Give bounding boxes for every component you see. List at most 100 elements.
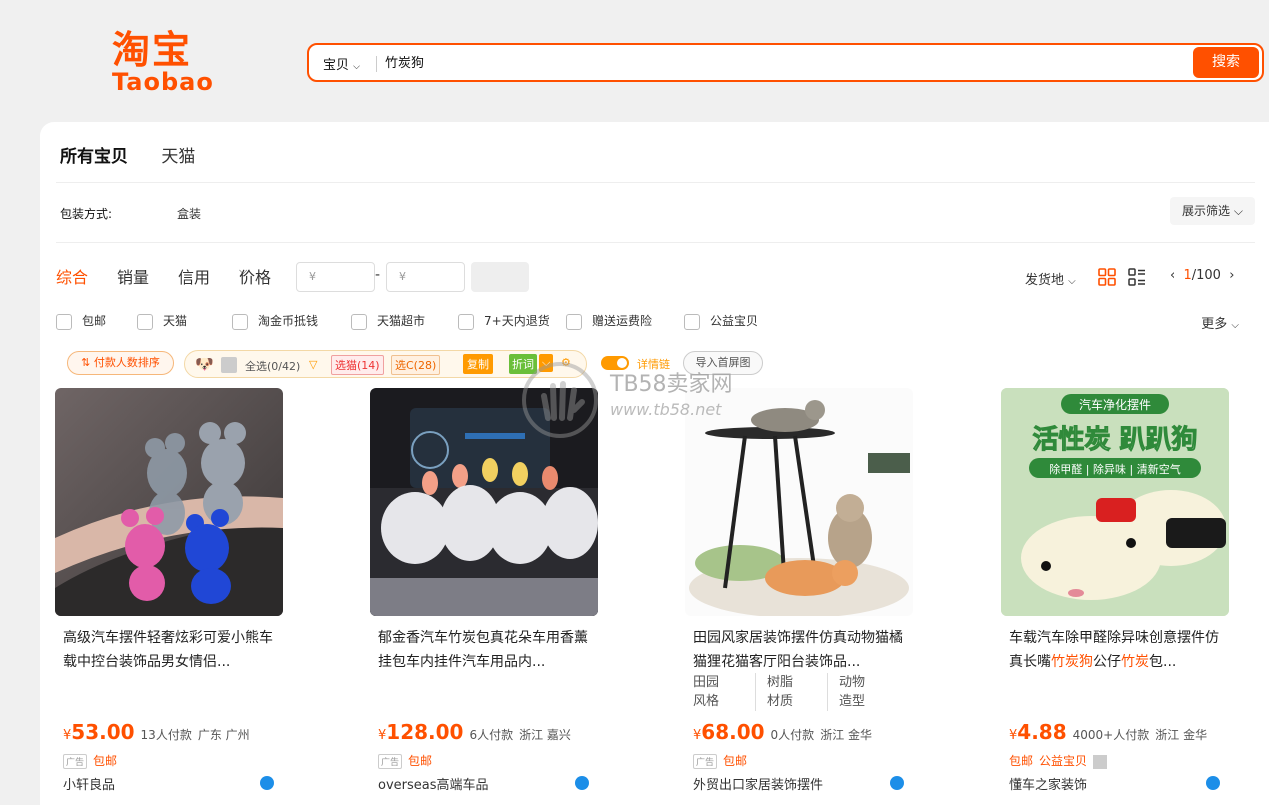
checkbox-shipping-insurance[interactable]: 赠送运费险 [566, 312, 652, 330]
shop-name[interactable]: overseas高端车品 [378, 774, 489, 793]
product-image[interactable]: 汽车净化摆件 活性炭 趴趴狗 除甲醛 | 除异味 | 清新空气 [1001, 388, 1229, 616]
ship-location: 浙江 金华 [820, 728, 873, 742]
product-image[interactable] [370, 388, 598, 616]
search-input[interactable] [385, 54, 1185, 69]
product-title[interactable]: 田园风家居装饰摆件仿真动物猫橘猫狸花猫客厅阳台装饰品... [685, 626, 915, 674]
sold-count: 0人付款 [770, 728, 815, 742]
free-shipping-tag: 包邮 [93, 754, 118, 768]
chevron-down-icon: ⌵ [353, 62, 360, 72]
price-min-input[interactable]: ¥ [296, 262, 375, 292]
search-button[interactable]: 搜索 [1193, 47, 1259, 78]
attr-value: 动物 [839, 675, 866, 690]
search-scope-select[interactable]: 宝贝 ⌵ [323, 54, 360, 73]
select-checkbox-icon[interactable] [221, 357, 237, 373]
divider [376, 56, 377, 72]
checkbox-icon [351, 313, 367, 330]
product-card[interactable]: 郁金香汽车竹炭包真花朵车用香薰挂包车内挂件汽车用品内... ¥128.00 6人付… [370, 388, 600, 793]
prev-page-icon[interactable]: ‹ [1170, 268, 1175, 283]
import-first-screen-button[interactable]: 导入首屏图 [683, 351, 763, 375]
product-image-art: 汽车净化摆件 活性炭 趴趴狗 除甲醛 | 除异味 | 清新空气 [1001, 388, 1229, 616]
checkbox-charity[interactable]: 公益宝贝 [684, 312, 758, 330]
sort-sales[interactable]: 销量 [117, 264, 149, 288]
price-row: ¥53.00 13人付款 广东 广州 [63, 720, 250, 744]
product-price: 128.00 [386, 720, 464, 744]
sort-credit[interactable]: 信用 [178, 264, 210, 288]
shop-name[interactable]: 外贸出口家居装饰摆件 [693, 774, 823, 793]
tab-tmall[interactable]: 天猫 [161, 147, 195, 167]
copy-button[interactable]: 复制 [463, 354, 493, 374]
select-c-button[interactable]: 选C(28) [391, 355, 441, 375]
product-price: 68.00 [701, 720, 765, 744]
select-all-label[interactable]: 全选(0/42) [245, 358, 300, 374]
select-tmall-button[interactable]: 选猫(14) [331, 355, 384, 375]
wangwang-icon[interactable] [260, 776, 274, 790]
price-dash: - [375, 267, 381, 283]
product-card[interactable]: 田园风家居装饰摆件仿真动物猫橘猫狸花猫客厅阳台装饰品... 田园 风格 树脂 材… [685, 388, 915, 793]
checkbox-tmall[interactable]: 天猫 [137, 312, 187, 330]
sort-by-payers-label: 付款人数排序 [93, 356, 160, 369]
image-headline-text: 活性炭 趴趴狗 [1032, 425, 1197, 455]
filter-icon[interactable]: ▽ [309, 358, 317, 371]
search-bar: 宝贝 ⌵ 搜索 [307, 43, 1264, 82]
title-highlight: 竹炭 [1121, 654, 1149, 670]
more-filters-button[interactable]: 更多 ⌵ [1201, 313, 1239, 332]
checkbox-tmall-market[interactable]: 天猫超市 [351, 312, 425, 330]
free-shipping-tag: 包邮 [408, 754, 433, 768]
badge-placeholder-icon [1093, 754, 1108, 769]
product-image[interactable] [685, 388, 913, 616]
attr-value: 树脂 [767, 675, 794, 690]
chevron-down-icon[interactable]: ⌵ [539, 354, 554, 372]
product-image-art [685, 388, 913, 616]
packaging-filter: 包装方式: 盒装 [60, 205, 201, 222]
image-banner-text: 汽车净化摆件 [1079, 397, 1151, 412]
chevron-down-icon: ⌵ [1068, 276, 1076, 287]
product-image[interactable] [55, 388, 283, 616]
search-scope-label: 宝贝 [323, 58, 350, 73]
ship-from-select[interactable]: 发货地 ⌵ [1025, 269, 1076, 288]
pack-option-box[interactable]: 盒装 [177, 205, 201, 222]
product-price: 53.00 [71, 720, 135, 744]
next-page-icon[interactable]: › [1229, 268, 1234, 283]
sold-count: 4000+人付款 [1072, 728, 1150, 742]
sort-by-payers-button[interactable]: ⇅ 付款人数排序 [67, 351, 174, 375]
product-card[interactable]: 高级汽车摆件轻奢炫彩可爱小熊车载中控台装饰品男女情侣... ¥53.00 13人付… [55, 388, 285, 793]
discount-words-button[interactable]: 折词 [509, 354, 537, 374]
detail-link-toggle[interactable] [601, 356, 629, 370]
chevron-down-icon: ⌵ [239, 264, 248, 277]
detail-link-label: 详情链 [637, 358, 670, 371]
show-filters-button[interactable]: 展示筛选 ⌵ [1170, 197, 1255, 225]
attr-key: 风格 [693, 694, 720, 709]
results-panel: 所有宝贝 天猫 包装方式: 盒装 展示筛选 ⌵ 综合 销量 信用 价格 ⌵ ¥ -… [40, 122, 1269, 805]
product-title[interactable]: 郁金香汽车竹炭包真花朵车用香薰挂包车内挂件汽车用品内... [370, 626, 600, 674]
price-max-input[interactable]: ¥ [386, 262, 465, 292]
checkbox-label: 天猫超市 [377, 314, 426, 328]
list-view-icon[interactable] [1128, 268, 1146, 286]
checkbox-coin[interactable]: 淘金币抵钱 [232, 312, 318, 330]
gear-icon[interactable]: ⚙ [561, 356, 571, 369]
tag-row: 广告 包邮 [693, 752, 753, 769]
shop-name[interactable]: 懂车之家装饰 [1009, 774, 1087, 793]
logo-cn: 淘宝 [112, 28, 193, 72]
checkbox-label: 公益宝贝 [710, 314, 759, 328]
wangwang-icon[interactable] [575, 776, 589, 790]
free-shipping-tag: 包邮 [1009, 754, 1034, 768]
tab-all-items[interactable]: 所有宝贝 [60, 147, 128, 167]
checkbox-7day-return[interactable]: 7+天内退货 [458, 312, 550, 330]
ad-badge: 广告 [63, 754, 88, 769]
checkbox-free-shipping[interactable]: 包邮 [56, 312, 106, 330]
title-highlight: 竹炭狗 [1051, 654, 1093, 670]
price-confirm-button[interactable] [471, 262, 529, 292]
chevron-down-icon: ⌵ [1233, 204, 1243, 218]
checkbox-label: 淘金币抵钱 [258, 314, 319, 328]
wangwang-icon[interactable] [890, 776, 904, 790]
product-title[interactable]: 车载汽车除甲醛除异味创意摆件仿真长嘴竹炭狗公仔竹炭包... [1001, 626, 1231, 674]
taobao-logo[interactable]: 淘宝 Taobao [112, 30, 222, 100]
product-card[interactable]: 汽车净化摆件 活性炭 趴趴狗 除甲醛 | 除异味 | 清新空气 车载汽车除甲醛除… [1001, 388, 1231, 793]
grid-view-icon[interactable] [1098, 268, 1116, 286]
wangwang-icon[interactable] [1206, 776, 1220, 790]
sort-default[interactable]: 综合 [56, 264, 88, 288]
product-image-art [370, 388, 598, 616]
page-total: /100 [1191, 268, 1221, 283]
shop-name[interactable]: 小轩良品 [63, 774, 115, 793]
product-title[interactable]: 高级汽车摆件轻奢炫彩可爱小熊车载中控台装饰品男女情侣... [55, 626, 285, 674]
